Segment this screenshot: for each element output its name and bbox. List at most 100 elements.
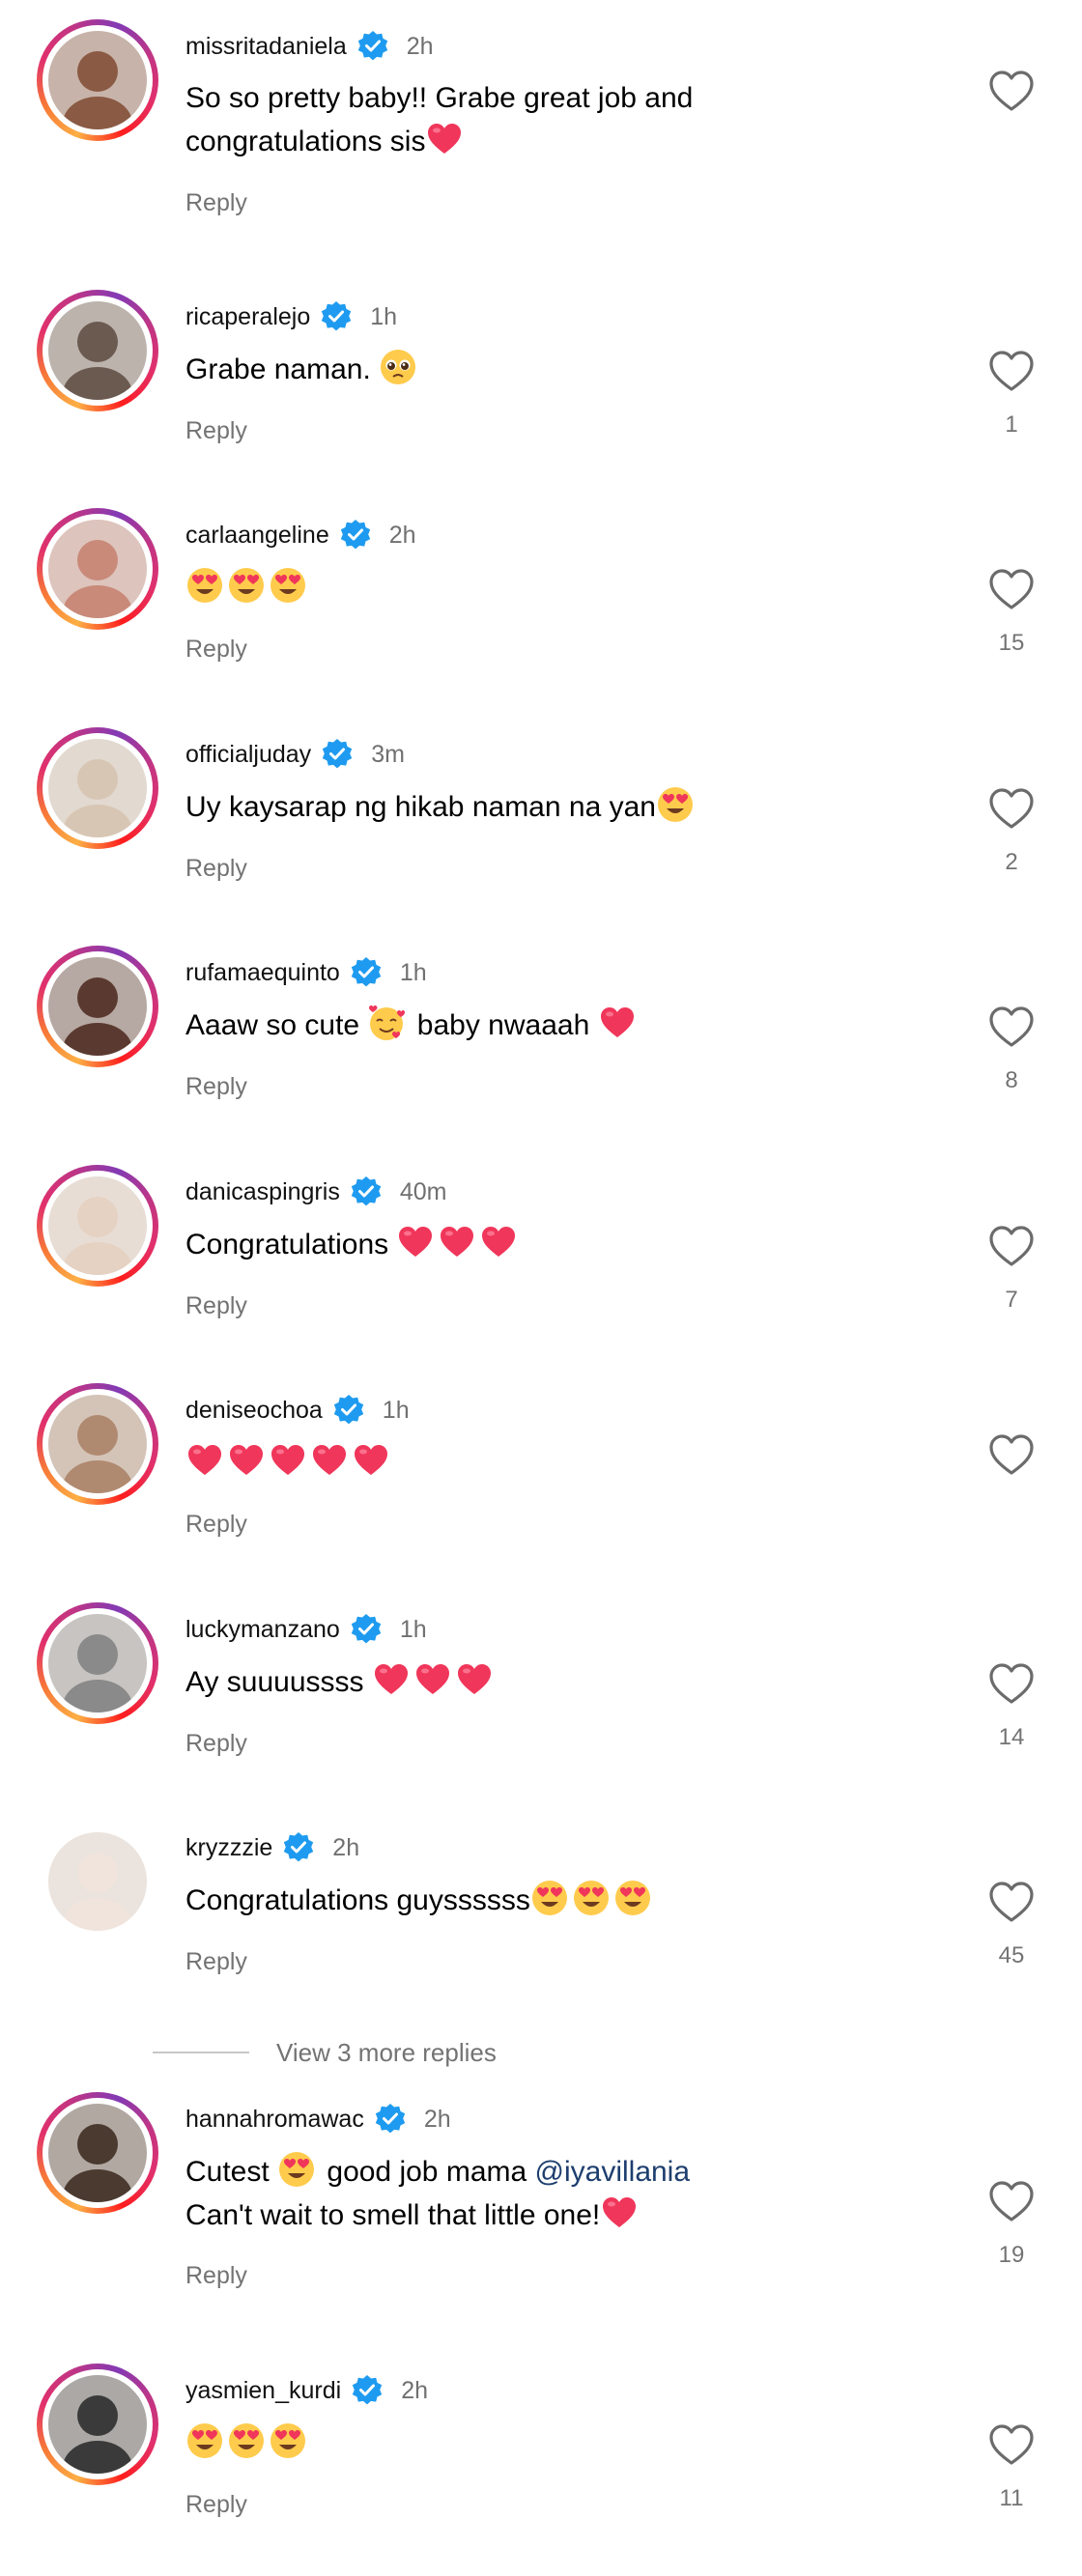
heart-emoji-icon — [438, 1223, 476, 1261]
heart-emoji-icon — [372, 1660, 411, 1699]
like-count: 14 — [998, 1724, 1025, 1750]
verified-badge-icon — [332, 1394, 365, 1427]
avatar[interactable] — [48, 957, 147, 1056]
verified-badge-icon — [320, 300, 353, 333]
verified-badge-icon — [350, 1175, 383, 1208]
username[interactable]: danicaspingris — [185, 1178, 340, 1206]
verified-badge-icon — [321, 738, 354, 771]
verified-badge-icon — [350, 956, 383, 989]
like-heart-icon[interactable] — [985, 345, 1038, 397]
pleading-emoji-icon — [379, 348, 417, 386]
avatar[interactable] — [48, 2375, 147, 2474]
comment-text: Uy kaysarap ng hikab naman na yan — [185, 785, 698, 829]
comment-item: danicaspingris 40m Congratulations Reply 7 — [0, 1165, 1082, 1377]
heart-emoji-icon — [396, 1223, 435, 1261]
comment-header: yasmien_kurdi 2h — [185, 2371, 428, 2410]
timestamp: 1h — [382, 1396, 410, 1424]
avatar[interactable] — [48, 739, 147, 837]
username[interactable]: rufamaequinto — [185, 959, 340, 987]
comment-text: Congratulations — [185, 1223, 521, 1266]
avatar-story-ring[interactable] — [37, 1602, 158, 1724]
reply-button[interactable]: Reply — [185, 417, 247, 445]
avatar-story-ring[interactable] — [37, 1165, 158, 1287]
avatar[interactable] — [48, 520, 147, 618]
avatar-story-ring[interactable] — [37, 1383, 158, 1505]
comment-item: deniseochoa 1h Reply — [0, 1383, 1082, 1596]
avatar[interactable] — [48, 2104, 147, 2202]
avatar-story-ring[interactable] — [37, 946, 158, 1067]
username[interactable]: officialjuday — [185, 741, 311, 769]
heart-eyes-emoji-icon — [277, 2150, 316, 2189]
like-heart-icon[interactable] — [985, 2175, 1038, 2227]
heart-eyes-emoji-icon — [269, 2421, 307, 2460]
reply-button[interactable]: Reply — [185, 1073, 247, 1101]
reply-button[interactable]: Reply — [185, 636, 247, 664]
mention-link[interactable]: @iyavillania — [535, 2156, 691, 2188]
avatar[interactable] — [48, 1832, 147, 1931]
comment-header: kryzzzie 2h — [185, 1828, 359, 1867]
heart-eyes-emoji-icon — [185, 566, 224, 605]
comment-text-line: Can't wait to smell that little one! — [185, 2194, 690, 2237]
reply-button[interactable]: Reply — [185, 2262, 247, 2290]
view-more-replies[interactable]: View 3 more replies — [153, 2033, 497, 2072]
reply-button[interactable]: Reply — [185, 855, 247, 883]
reply-button[interactable]: Reply — [185, 1292, 247, 1320]
avatar-story-ring[interactable] — [37, 1821, 158, 1942]
avatar[interactable] — [48, 1614, 147, 1713]
reply-button[interactable]: Reply — [185, 1948, 247, 1976]
avatar[interactable] — [48, 31, 147, 129]
reply-button[interactable]: Reply — [185, 189, 247, 217]
avatar-story-ring[interactable] — [37, 2364, 158, 2485]
username[interactable]: ricaperalejo — [185, 303, 310, 331]
avatar[interactable] — [48, 1395, 147, 1493]
username[interactable]: hannahromawac — [185, 2106, 364, 2134]
avatar-story-ring[interactable] — [37, 727, 158, 849]
like-heart-icon[interactable] — [985, 1001, 1038, 1053]
like-heart-icon[interactable] — [985, 1657, 1038, 1710]
view-more-replies-label[interactable]: View 3 more replies — [276, 2038, 497, 2068]
username[interactable]: carlaangeline — [185, 522, 329, 550]
heart-eyes-emoji-icon — [656, 785, 695, 824]
reply-button[interactable]: Reply — [185, 1730, 247, 1758]
timestamp: 40m — [399, 1177, 447, 1205]
comment-text: Ay suuuussss — [185, 1660, 497, 1704]
username[interactable]: yasmien_kurdi — [185, 2377, 341, 2405]
like-count: 15 — [998, 630, 1025, 656]
avatar-ring-gap — [43, 514, 153, 624]
avatar-story-ring[interactable] — [37, 290, 158, 411]
comment-item: carlaangeline 2h Reply 15 — [0, 508, 1082, 721]
like-heart-icon[interactable] — [985, 1429, 1038, 1481]
avatar-story-ring[interactable] — [37, 19, 158, 141]
comment-header: carlaangeline 2h — [185, 516, 416, 554]
avatar-ring-gap — [43, 951, 153, 1062]
avatar[interactable] — [48, 301, 147, 400]
comment-text-segment: Aaaw so cute — [185, 1009, 368, 1041]
like-heart-icon[interactable] — [985, 65, 1038, 117]
avatar-story-ring[interactable] — [37, 508, 158, 630]
avatar-ring-gap — [43, 25, 153, 135]
username[interactable]: luckymanzano — [185, 1616, 340, 1644]
comment-item: rufamaequinto 1h Aaaw so cute baby nwaaah … — [0, 946, 1082, 1158]
like-heart-icon[interactable] — [985, 1876, 1038, 1928]
username[interactable]: deniseochoa — [185, 1397, 323, 1425]
like-count: 2 — [1005, 849, 1018, 875]
like-heart-icon[interactable] — [985, 563, 1038, 615]
comment-text — [185, 1441, 393, 1485]
timestamp: 1h — [370, 302, 398, 330]
like-heart-icon[interactable] — [985, 1220, 1038, 1272]
comment-text-line: Cutest good job mama @iyavillania — [185, 2150, 690, 2194]
like-count: 1 — [1005, 411, 1018, 438]
avatar-story-ring[interactable] — [37, 2092, 158, 2214]
username[interactable]: missritadaniela — [185, 33, 347, 61]
username[interactable]: kryzzzie — [185, 1834, 272, 1862]
reply-button[interactable]: Reply — [185, 2491, 247, 2519]
avatar[interactable] — [48, 1176, 147, 1275]
like-heart-icon[interactable] — [985, 782, 1038, 835]
comment-header: danicaspingris 40m — [185, 1173, 446, 1211]
like-heart-icon[interactable] — [985, 2419, 1038, 2471]
smiling-hearts-emoji-icon — [367, 1004, 406, 1042]
comment-header: luckymanzano 1h — [185, 1610, 427, 1649]
heart-emoji-icon — [425, 120, 464, 158]
reply-button[interactable]: Reply — [185, 1511, 247, 1539]
comment-text-line: congratulations sis — [185, 120, 693, 163]
